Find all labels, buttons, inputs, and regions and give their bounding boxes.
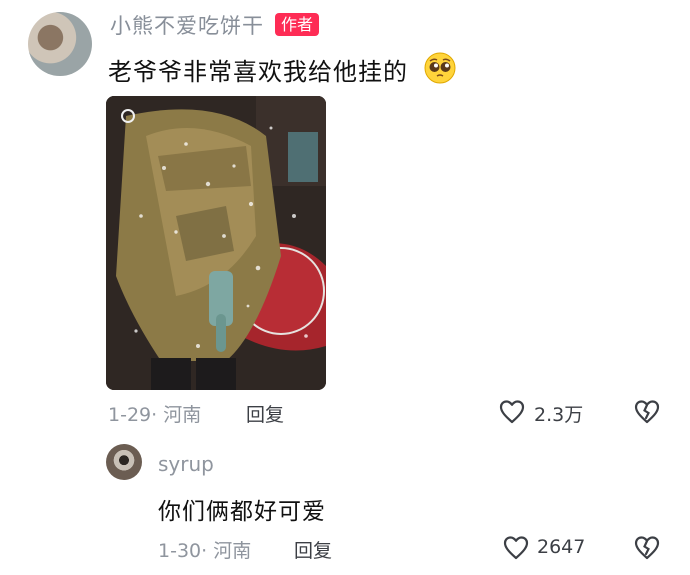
reply-heart-icon[interactable]: [502, 534, 530, 562]
comment-username[interactable]: 小熊不爱吃饼干: [110, 10, 264, 40]
like-count: 2.3万: [534, 404, 584, 426]
reply-like-count: 2647: [537, 536, 586, 558]
broken-heart-icon[interactable]: [633, 398, 661, 426]
comment-date-location: 1-29· 河南: [108, 404, 202, 426]
heart-icon[interactable]: [498, 398, 526, 426]
reply-avatar[interactable]: [106, 444, 142, 480]
reply-username[interactable]: syrup: [158, 452, 214, 476]
avatar[interactable]: [28, 12, 92, 76]
comment-photo[interactable]: [106, 96, 326, 390]
reply-reply-button[interactable]: 回复: [294, 536, 332, 563]
comment-text: 老爷爷非常喜欢我给他挂的: [108, 58, 408, 86]
reply-text: 你们俩都好可爱: [158, 499, 326, 525]
reply-broken-heart-icon[interactable]: [633, 534, 661, 562]
reply-button[interactable]: 回复: [246, 400, 284, 427]
reply-date-location: 1-30· 河南: [158, 540, 252, 562]
author-badge: 作者: [275, 13, 320, 36]
pleading-face-emoji-icon: [424, 52, 456, 84]
